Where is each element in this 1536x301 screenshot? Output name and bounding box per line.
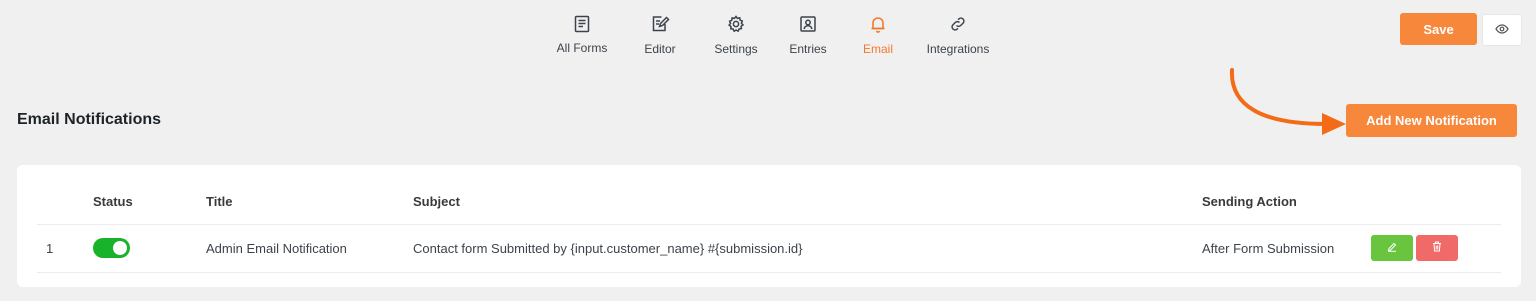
- editor-icon: [648, 12, 672, 36]
- toggle-knob: [113, 241, 127, 255]
- nav-label: Integrations: [926, 42, 990, 56]
- email-notifications-page: All Forms Editor Settings Entries Email: [0, 0, 1536, 301]
- row-divider: [37, 224, 1501, 225]
- notification-sending-action: After Form Submission: [1202, 241, 1335, 256]
- notification-title: Admin Email Notification: [206, 241, 347, 256]
- nav-label: Editor: [644, 42, 676, 56]
- nav-all-forms[interactable]: All Forms: [552, 12, 612, 58]
- delete-button[interactable]: [1416, 235, 1458, 261]
- status-toggle[interactable]: [93, 238, 130, 258]
- column-header-title: Title: [206, 194, 233, 209]
- save-button[interactable]: Save: [1400, 13, 1477, 45]
- page-title: Email Notifications: [17, 111, 162, 128]
- column-header-status: Status: [93, 194, 133, 209]
- notification-subject: Contact form Submitted by {input.custome…: [413, 241, 803, 256]
- edit-button[interactable]: [1371, 235, 1413, 261]
- entries-icon: [796, 12, 820, 36]
- nav-label: Settings: [714, 42, 758, 56]
- trash-icon: [1432, 239, 1442, 257]
- column-header-subject: Subject: [413, 194, 460, 209]
- nav-editor[interactable]: Editor: [620, 12, 700, 58]
- nav-integrations[interactable]: Integrations: [916, 12, 1000, 58]
- add-new-notification-button[interactable]: Add New Notification: [1346, 104, 1517, 137]
- link-icon: [946, 12, 970, 36]
- row-divider: [37, 272, 1501, 273]
- nav-label: Email: [862, 42, 893, 56]
- gear-icon: [724, 12, 748, 36]
- eye-icon: [1495, 21, 1509, 39]
- notifications-table: Status Title Subject Sending Action 1 Ad…: [17, 165, 1521, 287]
- form-top-nav: All Forms Editor Settings Entries Email: [552, 12, 1000, 58]
- nav-label: All Forms: [556, 41, 608, 55]
- forms-icon: [570, 12, 594, 36]
- preview-button[interactable]: [1482, 14, 1522, 46]
- nav-label: Entries: [789, 42, 827, 56]
- pointer-arrow-icon: [1229, 68, 1346, 135]
- column-header-sending-action: Sending Action: [1202, 194, 1297, 209]
- nav-settings[interactable]: Settings: [710, 12, 762, 58]
- nav-entries[interactable]: Entries: [778, 12, 838, 58]
- row-index: 1: [46, 241, 54, 256]
- pencil-icon: [1387, 239, 1397, 257]
- nav-email[interactable]: Email: [856, 12, 900, 58]
- bell-icon: [866, 12, 890, 36]
